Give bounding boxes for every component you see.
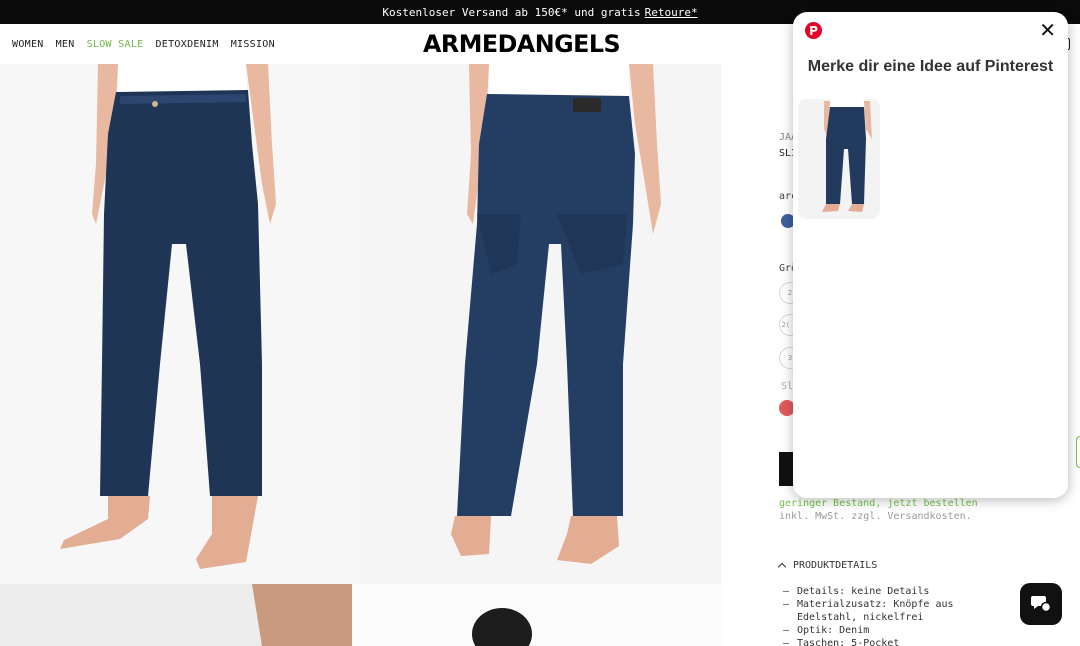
details-heading: PRODUKTDETAILS [793, 560, 878, 571]
list-item: Materialzusatz: Knöpfe aus Edelstahl, ni… [783, 598, 1013, 624]
size-guide-link[interactable]: Sl [781, 381, 793, 392]
nav-mission[interactable]: MISSION [231, 39, 275, 50]
chat-icon [1031, 596, 1052, 613]
product-image-detail[interactable] [0, 584, 352, 646]
pinterest-save-dialog: P ✕ Merke dir eine Idee auf Pinterest [793, 12, 1068, 498]
chevron-up-icon [777, 562, 787, 572]
product-image-front[interactable] [0, 64, 361, 584]
list-item: Optik: Denim [783, 624, 1013, 637]
stock-status: geringer Bestand, jetzt bestellen [779, 498, 978, 509]
pinterest-icon: P [805, 22, 822, 39]
detail-shirt-illustration [0, 584, 352, 646]
close-icon[interactable]: ✕ [1039, 20, 1056, 40]
nav-detoxdenim[interactable]: DETOXDENIM [155, 39, 218, 50]
jeans-thumbnail-illustration [822, 99, 872, 212]
jeans-front-illustration [60, 64, 276, 569]
list-item: Details: keine Details [783, 585, 1013, 598]
announcement-text: Kostenloser Versand ab 150€* und gratis [382, 5, 641, 19]
pin-image-thumbnail[interactable] [798, 99, 880, 219]
dialog-title: Merke dir eine Idee auf Pinterest [807, 58, 1054, 75]
model-head-illustration [472, 608, 532, 646]
feedback-tab[interactable] [1076, 436, 1080, 468]
list-item: Taschen: 5-Pocket [783, 637, 1013, 646]
product-image-back[interactable] [361, 64, 721, 584]
jeans-back-illustration [451, 64, 661, 564]
nav-slow-sale[interactable]: SLOW SALE [87, 39, 144, 50]
product-image-model[interactable] [352, 584, 721, 646]
product-details-toggle[interactable]: PRODUKTDETAILS [777, 560, 878, 572]
chat-button[interactable] [1020, 583, 1062, 625]
nav-men[interactable]: MEN [56, 39, 75, 50]
brand-logo[interactable]: ARMEDANGELS [423, 30, 621, 58]
announcement-retoure-link[interactable]: Retoure* [645, 6, 698, 19]
main-nav: WOMEN MEN SLOW SALE DETOXDENIM MISSION [12, 39, 275, 50]
nav-women[interactable]: WOMEN [12, 39, 44, 50]
vat-note: inkl. MwSt. zzgl. Versandkosten. [779, 511, 972, 522]
product-details-list: Details: keine Details Materialzusatz: K… [783, 585, 1013, 646]
